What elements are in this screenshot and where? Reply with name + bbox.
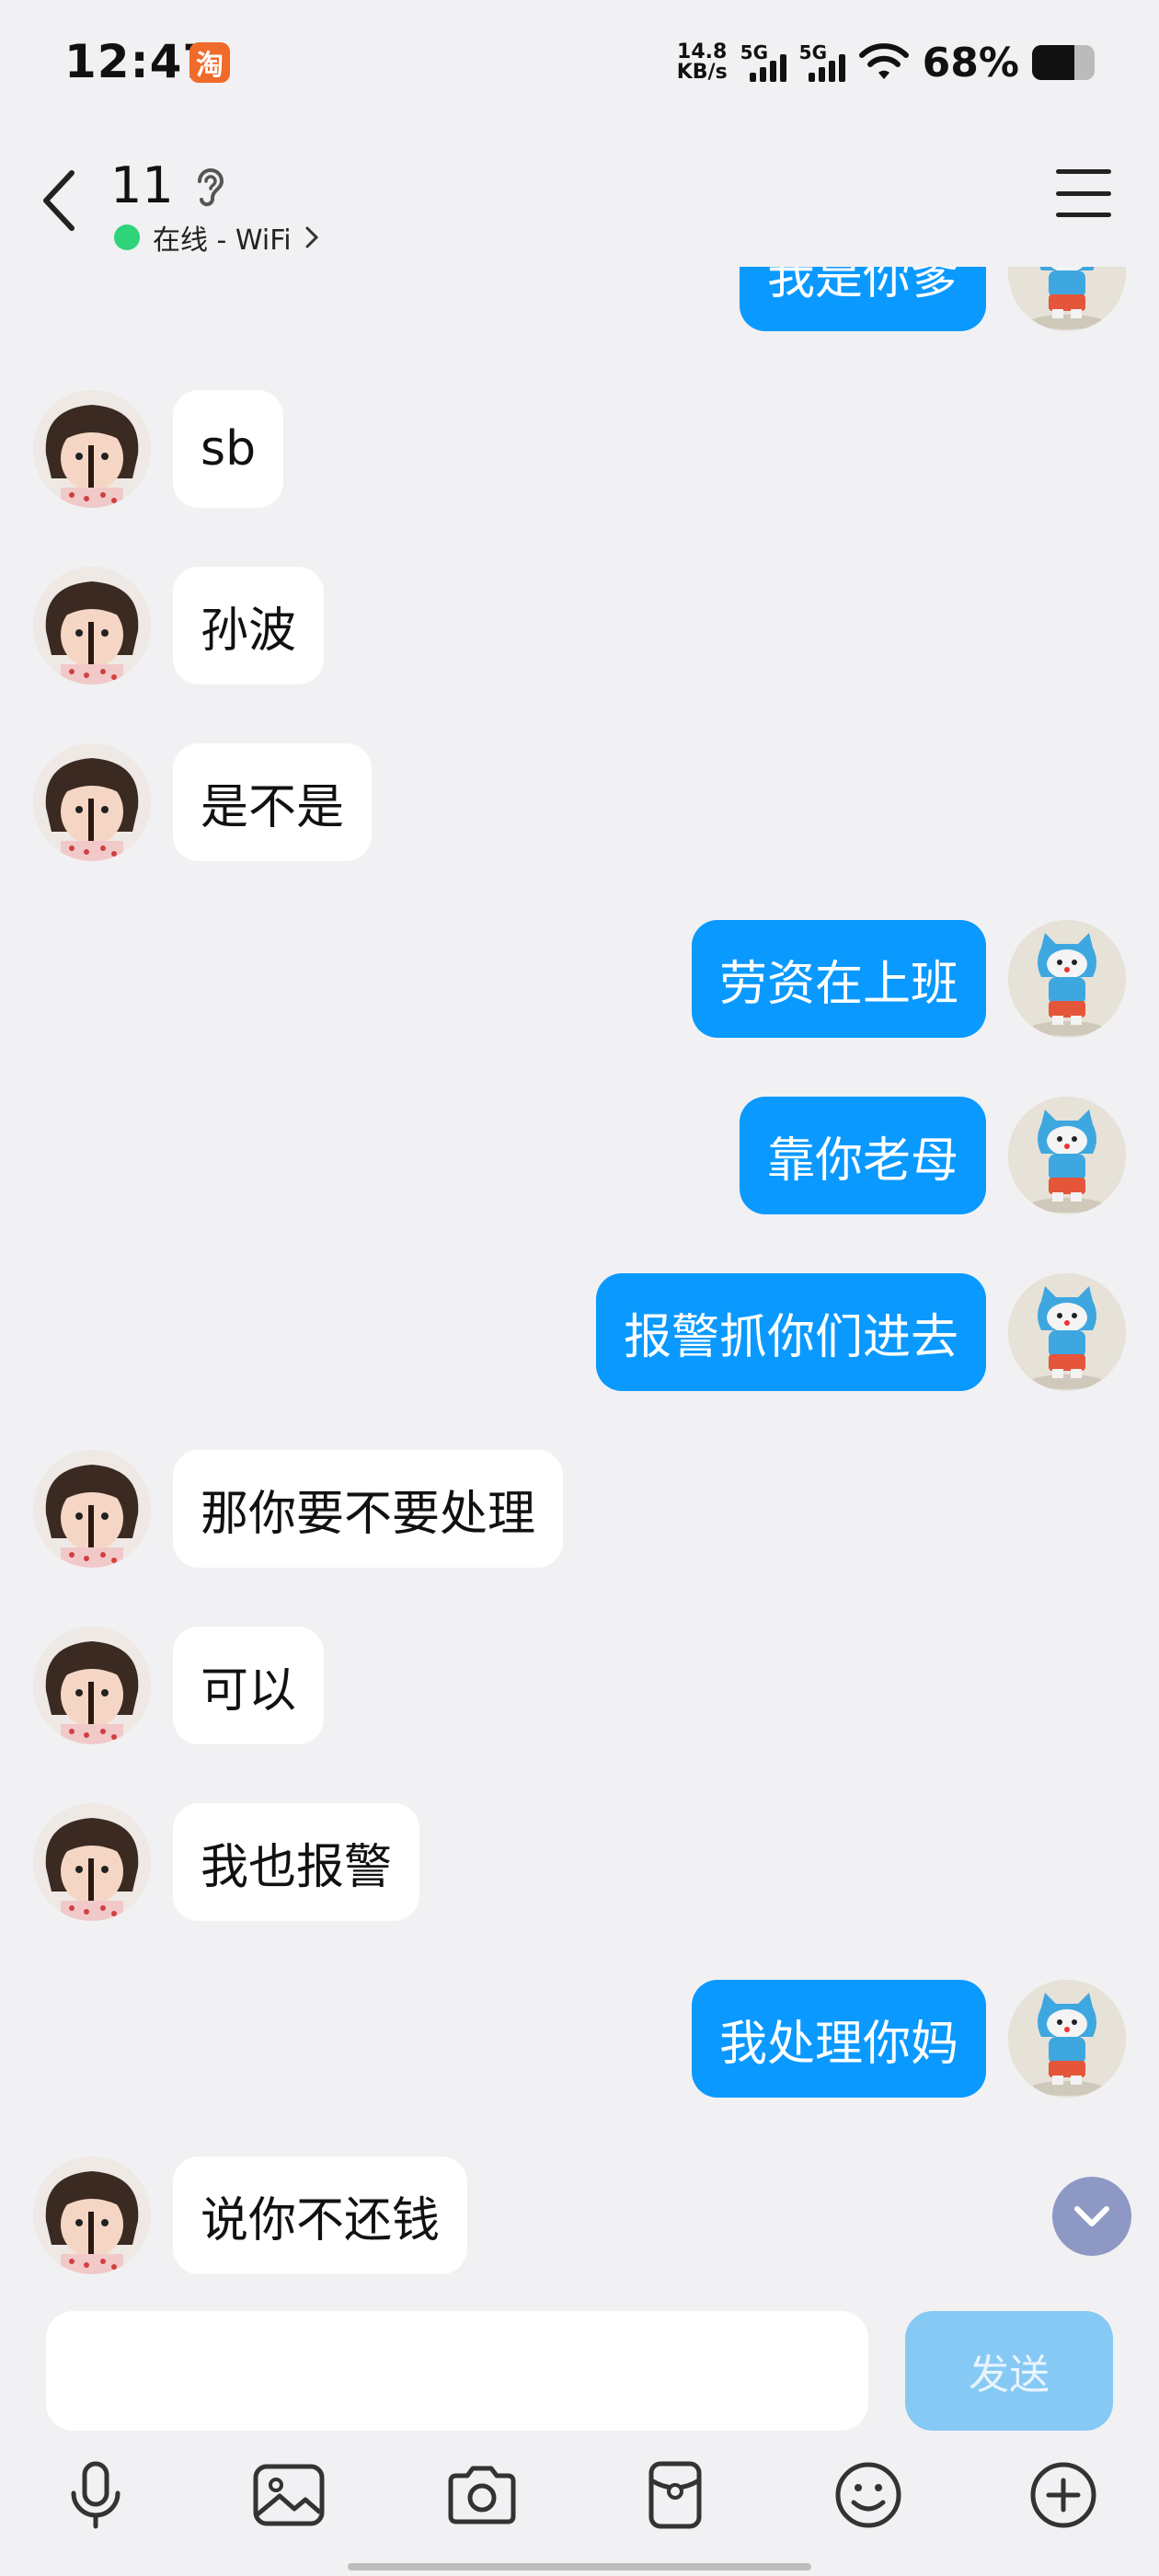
- back-icon[interactable]: [33, 164, 88, 237]
- menu-icon[interactable]: [1056, 169, 1111, 217]
- message-bubble[interactable]: 报警抓你们进去: [595, 1273, 986, 1391]
- image-icon[interactable]: [250, 2456, 327, 2534]
- my-avatar[interactable]: [1008, 1097, 1126, 1214]
- emoji-icon[interactable]: [830, 2456, 907, 2534]
- message-bubble[interactable]: 是不是: [173, 743, 373, 861]
- contact-avatar[interactable]: [33, 567, 151, 684]
- message-input[interactable]: [46, 2311, 868, 2431]
- my-avatar[interactable]: [1008, 1273, 1126, 1391]
- red-packet-icon[interactable]: [637, 2456, 714, 2534]
- online-status-text: 在线 - WiFi: [153, 224, 292, 257]
- home-indicator[interactable]: [348, 2563, 811, 2570]
- incoming-message: 那你要不要处理: [0, 1450, 1159, 1579]
- message-bubble[interactable]: 靠你老母: [739, 1097, 986, 1214]
- message-bubble[interactable]: 我处理你妈: [691, 1980, 986, 2098]
- ear-icon: [197, 167, 224, 206]
- network-speed: 14.8 KB/s: [677, 42, 728, 83]
- battery-percent: 68%: [922, 39, 1019, 86]
- signal-1: 5G: [740, 43, 786, 82]
- message-bubble[interactable]: 我也报警: [173, 1803, 420, 1921]
- outgoing-message: 我是你爹: [0, 267, 1159, 342]
- message-bubble[interactable]: sb: [173, 390, 284, 508]
- incoming-message: sb: [0, 390, 1159, 519]
- battery-fill: [1032, 45, 1075, 80]
- signal-2: 5G: [799, 43, 845, 82]
- chat-screen: 12:47 淘 14.8 KB/s 5G 5G 68% 11 在线 - WiFi…: [0, 0, 1159, 2576]
- message-bubble[interactable]: 那你要不要处理: [173, 1450, 564, 1568]
- status-bar: 12:47 淘 14.8 KB/s 5G 5G 68%: [0, 0, 1159, 129]
- status-indicators: 14.8 KB/s 5G 5G 68%: [677, 35, 1095, 90]
- outgoing-message: 靠你老母: [0, 1097, 1159, 1225]
- incoming-message: 我也报警: [0, 1803, 1159, 1932]
- outgoing-message: 我处理你妈: [0, 1980, 1159, 2109]
- contact-avatar[interactable]: [33, 390, 151, 508]
- plus-icon[interactable]: [1025, 2456, 1102, 2534]
- outgoing-message: 劳资在上班: [0, 920, 1159, 1049]
- chat-title: 11: [110, 156, 174, 214]
- incoming-message: 孙波: [0, 567, 1159, 696]
- message-list[interactable]: 我是你爹 sb 孙波 是不是 劳资在上班 靠你老母 报警抓你们进去 那你要不要处…: [0, 267, 1159, 2291]
- contact-avatar[interactable]: [33, 2156, 151, 2274]
- chevron-down-icon: [1074, 2206, 1109, 2226]
- message-bubble[interactable]: 我是你爹: [739, 267, 986, 331]
- message-bubble[interactable]: 说你不还钱: [173, 2156, 468, 2274]
- send-button[interactable]: 发送: [905, 2311, 1113, 2431]
- message-bubble[interactable]: 孙波: [173, 567, 325, 684]
- message-bubble[interactable]: 劳资在上班: [691, 920, 986, 1038]
- contact-avatar[interactable]: [33, 1803, 151, 1921]
- incoming-message: 说你不还钱: [0, 2156, 1159, 2285]
- battery-icon: [1032, 45, 1095, 80]
- signal-bars-icon: [808, 52, 845, 82]
- online-status[interactable]: 在线 - WiFi: [114, 217, 319, 258]
- incoming-message: 是不是: [0, 743, 1159, 872]
- input-area: 发送: [0, 2291, 1159, 2576]
- my-avatar[interactable]: [1008, 920, 1126, 1038]
- input-toolbar: [0, 2456, 1159, 2548]
- network-speed-value: 14.8: [677, 40, 728, 63]
- outgoing-message: 报警抓你们进去: [0, 1273, 1159, 1402]
- my-avatar[interactable]: [1008, 267, 1126, 331]
- contact-avatar[interactable]: [33, 1627, 151, 1744]
- taobao-app-icon: 淘: [189, 42, 230, 83]
- chevron-right-icon: [305, 226, 318, 248]
- signal-bars-icon: [749, 52, 786, 82]
- chat-title-row[interactable]: 11: [110, 156, 229, 214]
- wifi-icon: [858, 43, 909, 79]
- contact-avatar[interactable]: [33, 1450, 151, 1568]
- incoming-message: 可以: [0, 1627, 1159, 1755]
- microphone-icon[interactable]: [57, 2456, 134, 2534]
- network-speed-unit: KB/s: [676, 61, 728, 84]
- online-dot-icon: [114, 224, 140, 250]
- scroll-to-bottom-button[interactable]: [1052, 2177, 1131, 2256]
- camera-icon[interactable]: [443, 2456, 521, 2534]
- contact-avatar[interactable]: [33, 743, 151, 861]
- message-bubble[interactable]: 可以: [173, 1627, 325, 1744]
- my-avatar[interactable]: [1008, 1980, 1126, 2098]
- chat-header: 11 在线 - WiFi: [0, 129, 1159, 267]
